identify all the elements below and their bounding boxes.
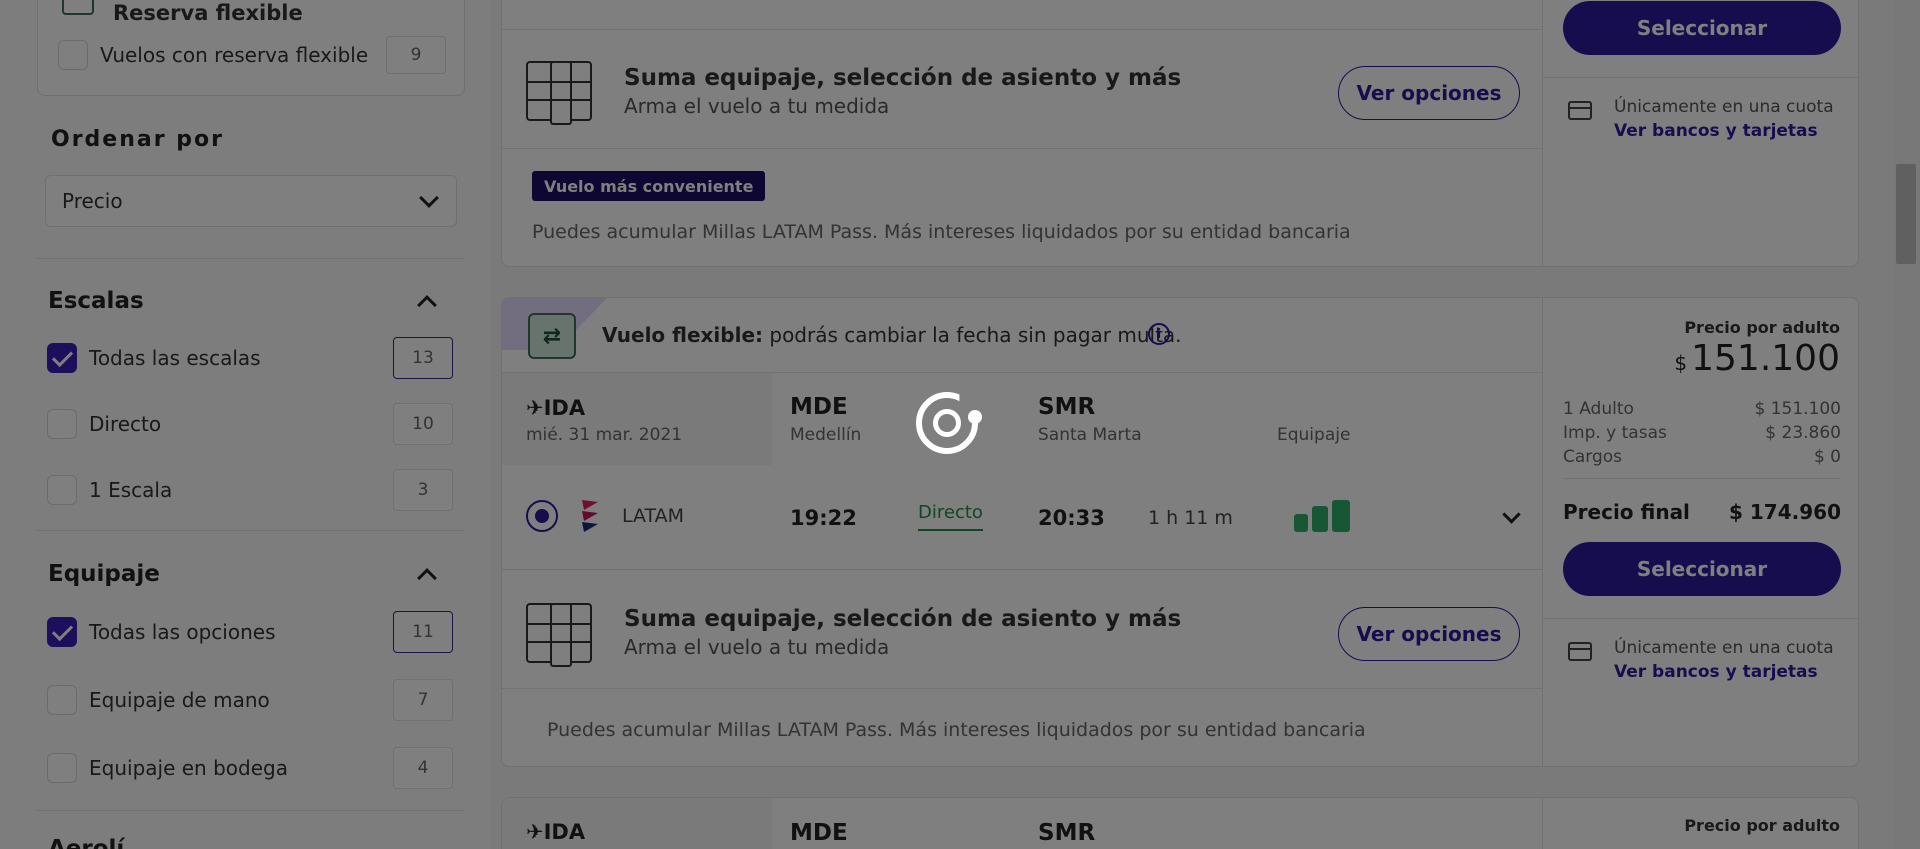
loading-spinner-icon [914, 390, 984, 460]
